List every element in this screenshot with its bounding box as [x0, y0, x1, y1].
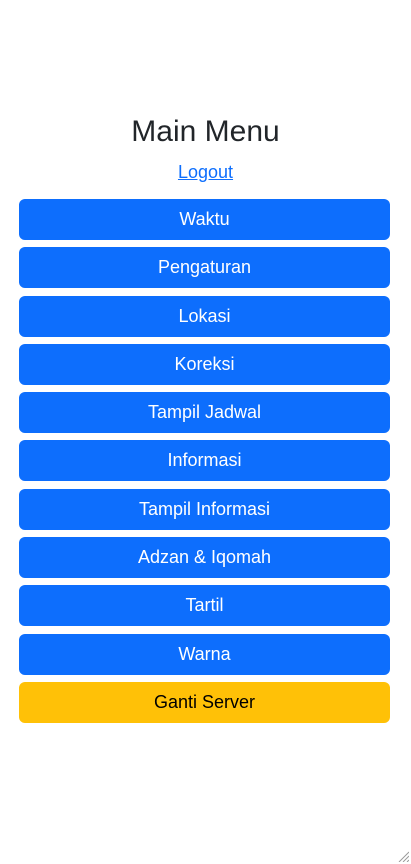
- tartil-button[interactable]: Tartil: [19, 585, 390, 627]
- ganti-server-button[interactable]: Ganti Server: [19, 681, 390, 723]
- logout-link[interactable]: Logout: [178, 162, 233, 182]
- main-menu-page: Main Menu Logout Waktu Pengaturan Lokasi…: [0, 0, 411, 864]
- lokasi-button[interactable]: Lokasi: [19, 295, 390, 337]
- menu-list: Waktu Pengaturan Lokasi Koreksi Tampil J…: [19, 199, 390, 730]
- tampil-informasi-button[interactable]: Tampil Informasi: [19, 488, 390, 530]
- warna-button[interactable]: Warna: [19, 633, 390, 675]
- pengaturan-button[interactable]: Pengaturan: [19, 247, 390, 289]
- koreksi-button[interactable]: Koreksi: [19, 343, 390, 385]
- informasi-button[interactable]: Informasi: [19, 440, 390, 482]
- resize-grip-icon[interactable]: [397, 850, 409, 862]
- logout-container: Logout: [0, 160, 411, 184]
- page-title: Main Menu: [131, 115, 280, 148]
- tampil-jadwal-button[interactable]: Tampil Jadwal: [19, 392, 390, 434]
- waktu-button[interactable]: Waktu: [19, 199, 390, 240]
- adzan-iqomah-button[interactable]: Adzan & Iqomah: [19, 537, 390, 579]
